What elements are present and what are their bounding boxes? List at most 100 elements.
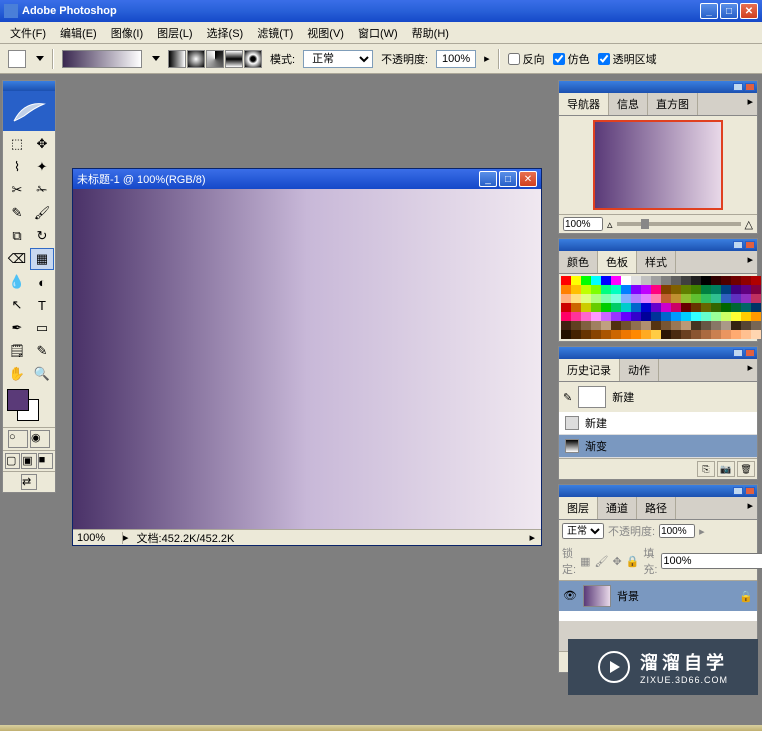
menu-filter[interactable]: 滤镜(T) — [251, 23, 299, 43]
color-swatch[interactable] — [591, 321, 601, 330]
color-swatch[interactable] — [601, 303, 611, 312]
zoom-in-icon[interactable]: △ — [745, 218, 753, 231]
color-swatch[interactable] — [681, 303, 691, 312]
color-swatch[interactable] — [651, 330, 661, 339]
layer-opacity-input[interactable] — [659, 524, 695, 538]
history-close-icon[interactable] — [745, 349, 755, 357]
marquee-tool[interactable]: ⬚ — [5, 133, 29, 155]
color-swatch[interactable] — [581, 321, 591, 330]
lock-image-icon[interactable]: 🖌 — [594, 555, 608, 568]
color-swatch[interactable] — [721, 285, 731, 294]
history-snapshot[interactable]: ✎ 新建 — [559, 382, 757, 412]
canvas[interactable] — [73, 189, 541, 529]
move-tool[interactable]: ✥ — [30, 133, 54, 155]
tab-history[interactable]: 历史记录 — [559, 359, 620, 381]
menu-layer[interactable]: 图层(L) — [151, 23, 198, 43]
dither-checkbox[interactable]: 仿色 — [553, 51, 590, 67]
color-swatch[interactable] — [691, 285, 701, 294]
color-swatch[interactable] — [621, 321, 631, 330]
layer-opacity-arrow-icon[interactable]: ▸ — [699, 525, 705, 538]
color-swatch[interactable] — [561, 276, 571, 285]
color-swatch[interactable] — [751, 285, 761, 294]
crop-tool[interactable]: ✂ — [5, 179, 29, 201]
color-swatch[interactable] — [611, 285, 621, 294]
color-swatch[interactable] — [691, 303, 701, 312]
tab-histogram[interactable]: 直方图 — [648, 93, 698, 115]
color-swatch[interactable] — [591, 312, 601, 321]
color-swatch[interactable] — [661, 276, 671, 285]
color-swatch[interactable] — [711, 312, 721, 321]
color-swatch[interactable] — [681, 285, 691, 294]
screen-mode-full-menubar[interactable]: ▣ — [21, 453, 36, 469]
color-swatch[interactable] — [641, 276, 651, 285]
pen-tool[interactable]: ✒ — [5, 317, 29, 339]
color-swatch[interactable] — [711, 276, 721, 285]
color-swatch[interactable] — [751, 303, 761, 312]
layers-minimize-icon[interactable] — [733, 487, 743, 495]
doc-close-button[interactable]: ✕ — [519, 171, 537, 187]
gradient-picker-dropdown-icon[interactable] — [152, 56, 160, 61]
gradient-radial-button[interactable] — [187, 50, 205, 68]
color-swatch[interactable] — [701, 276, 711, 285]
color-swatch[interactable] — [741, 330, 751, 339]
history-panel-menu-icon[interactable]: ▸ — [743, 359, 757, 381]
color-swatch[interactable] — [571, 285, 581, 294]
color-swatch[interactable] — [741, 312, 751, 321]
color-swatch[interactable] — [571, 321, 581, 330]
color-swatch[interactable] — [631, 276, 641, 285]
delete-state-button[interactable]: 🗑 — [737, 461, 755, 477]
gradient-tool[interactable]: ▦ — [30, 248, 54, 270]
color-swatch[interactable] — [701, 321, 711, 330]
lock-position-icon[interactable]: ✥ — [612, 555, 621, 568]
color-swatch[interactable] — [701, 312, 711, 321]
color-swatch[interactable] — [691, 321, 701, 330]
menu-image[interactable]: 图像(I) — [105, 23, 149, 43]
color-swatch[interactable] — [671, 312, 681, 321]
nav-minimize-icon[interactable] — [733, 83, 743, 91]
nav-close-icon[interactable] — [745, 83, 755, 91]
color-swatch[interactable] — [731, 312, 741, 321]
color-swatch[interactable] — [601, 285, 611, 294]
layer-fill-input[interactable] — [661, 553, 762, 569]
doc-zoom-field[interactable]: 100% — [73, 532, 123, 544]
lock-transparency-icon[interactable]: ▦ — [580, 555, 590, 568]
color-swatch[interactable] — [561, 312, 571, 321]
color-swatch[interactable] — [631, 321, 641, 330]
color-swatch[interactable] — [611, 321, 621, 330]
color-swatch[interactable] — [671, 303, 681, 312]
color-swatch[interactable] — [701, 294, 711, 303]
color-swatch[interactable] — [581, 294, 591, 303]
color-swatch[interactable] — [681, 330, 691, 339]
color-swatch[interactable] — [591, 330, 601, 339]
color-swatch[interactable] — [621, 285, 631, 294]
color-swatch[interactable] — [751, 276, 761, 285]
color-swatch[interactable] — [631, 294, 641, 303]
color-swatch[interactable] — [701, 285, 711, 294]
color-swatch[interactable] — [681, 312, 691, 321]
color-swatch[interactable] — [711, 294, 721, 303]
new-document-from-state-button[interactable]: ⎘ — [697, 461, 715, 477]
menu-file[interactable]: 文件(F) — [4, 23, 52, 43]
tab-styles[interactable]: 样式 — [637, 251, 676, 273]
swatches-close-icon[interactable] — [745, 241, 755, 249]
menu-view[interactable]: 视图(V) — [301, 23, 350, 43]
color-swatch[interactable] — [681, 276, 691, 285]
color-swatch[interactable] — [651, 285, 661, 294]
color-swatch[interactable] — [731, 285, 741, 294]
tab-actions[interactable]: 动作 — [620, 359, 659, 381]
doc-minimize-button[interactable]: _ — [479, 171, 497, 187]
color-swatch[interactable] — [661, 303, 671, 312]
dodge-tool[interactable]: ◐ — [30, 271, 54, 293]
color-swatch[interactable] — [641, 312, 651, 321]
color-swatch[interactable] — [561, 330, 571, 339]
color-swatch[interactable] — [601, 321, 611, 330]
color-swatch[interactable] — [631, 312, 641, 321]
blend-mode-select[interactable]: 正常 — [303, 50, 373, 68]
doc-status-menu-icon[interactable]: ▸ — [523, 531, 541, 544]
reverse-checkbox[interactable]: 反向 — [508, 51, 545, 67]
layers-panel-menu-icon[interactable]: ▸ — [743, 497, 757, 519]
standard-mode-button[interactable]: ○ — [8, 430, 28, 448]
hand-tool[interactable]: ✋ — [5, 363, 29, 385]
color-swatch[interactable] — [711, 303, 721, 312]
color-swatch[interactable] — [621, 330, 631, 339]
